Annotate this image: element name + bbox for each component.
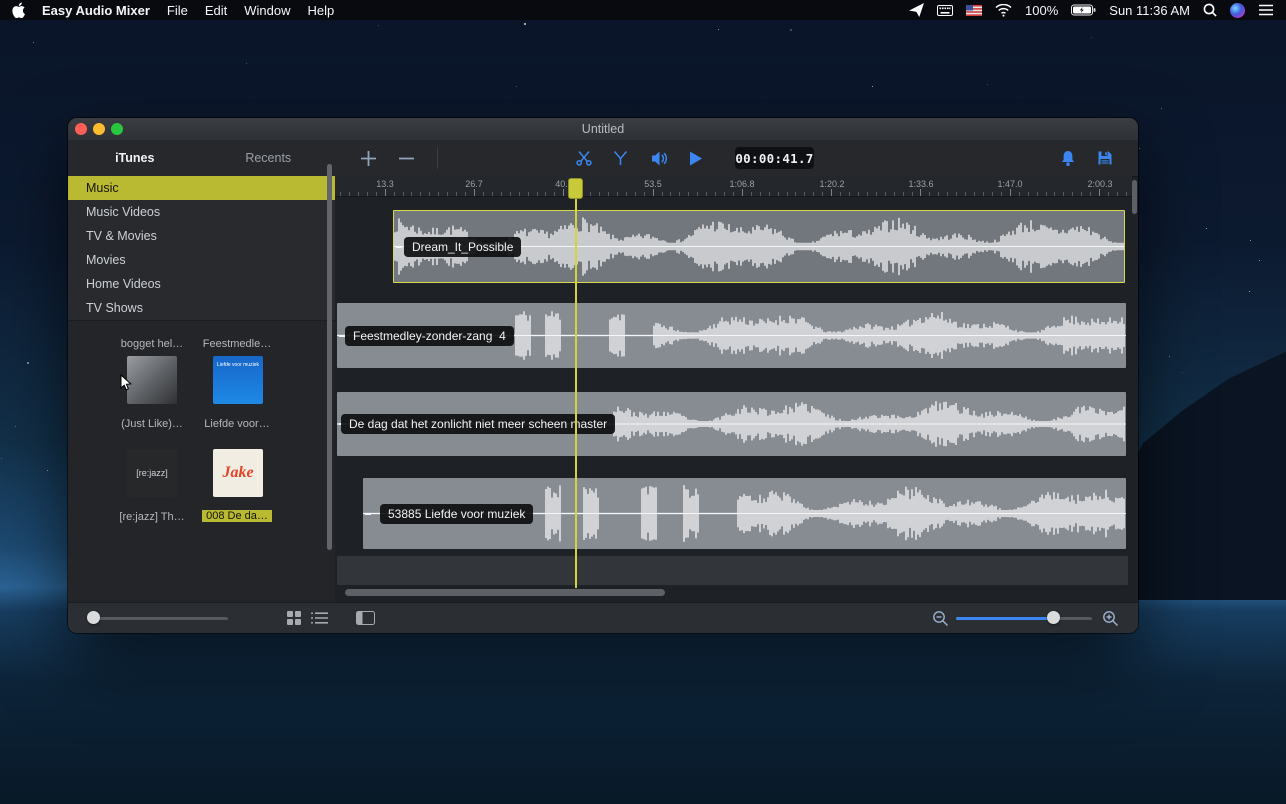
playhead-line	[575, 199, 577, 588]
input-source-flag-icon[interactable]	[966, 5, 982, 16]
timeline-ruler[interactable]: 13.3 26.7 40.0 53.5 1:06.8 1:20.2 1:33.6…	[335, 176, 1132, 197]
sidebar-toggle-icon[interactable]	[356, 611, 375, 625]
ruler-label: 2:00.3	[1087, 179, 1112, 189]
app-window: Untitled iTunes Recents Music Music Vide…	[68, 118, 1138, 633]
bell-button[interactable]	[1053, 140, 1083, 176]
album-caption[interactable]: (Just Like)…	[107, 418, 197, 430]
tab-recents[interactable]: Recents	[202, 151, 336, 165]
vertical-scrollbar[interactable]	[1132, 180, 1137, 214]
sidebar-item-tv-shows[interactable]: TV Shows	[68, 296, 335, 320]
region-label: Dream_It_Possible	[404, 237, 521, 257]
album-art-text: Liefde voor muziek	[217, 362, 259, 368]
toolbar-divider	[437, 147, 438, 169]
keyboard-icon[interactable]	[937, 5, 953, 16]
sidebar-scrollbar[interactable]	[327, 164, 332, 550]
wifi-icon[interactable]	[995, 4, 1012, 17]
empty-track-lane	[337, 556, 1128, 585]
add-track-button[interactable]	[353, 140, 383, 176]
menu-clock[interactable]: Sun 11:36 AM	[1109, 3, 1190, 18]
window-titlebar[interactable]: Untitled	[68, 118, 1138, 141]
playhead-flag[interactable]	[568, 178, 583, 199]
album-art[interactable]: [re:jazz]	[127, 449, 177, 497]
spotlight-icon[interactable]	[1203, 3, 1217, 17]
ruler-label: 1:06.8	[729, 179, 754, 189]
play-button[interactable]	[681, 140, 711, 176]
menu-item-window[interactable]: Window	[244, 3, 290, 18]
zoom-out-icon[interactable]	[932, 610, 949, 627]
album-caption[interactable]: Liefde voor…	[192, 418, 282, 430]
sidebar-item-home-videos[interactable]: Home Videos	[68, 272, 335, 296]
apple-menu-icon[interactable]	[12, 2, 25, 18]
menu-bar: Easy Audio Mixer File Edit Window Help 1…	[0, 0, 1286, 20]
save-button[interactable]	[1090, 140, 1120, 176]
sidebar-item-music-videos[interactable]: Music Videos	[68, 200, 335, 224]
tab-itunes[interactable]: iTunes	[68, 151, 202, 165]
album-art[interactable]: Liefde voor muziek	[213, 356, 263, 404]
audio-region-3[interactable]: De dag dat het zonlicht niet meer scheen…	[337, 392, 1126, 456]
album-caption[interactable]: Feestmedle…	[192, 338, 282, 350]
ruler-label: 53.5	[644, 179, 662, 189]
album-caption[interactable]: [re:jazz] Th…	[107, 511, 197, 523]
editor-area: 00:00:41.7 13.3 26.7 40.0 53.5 1:06.8 1:…	[335, 140, 1138, 603]
ruler-label: 1:33.6	[908, 179, 933, 189]
time-display: 00:00:41.7	[735, 147, 814, 169]
zoom-slider-fill	[956, 617, 1053, 620]
audio-region-4[interactable]: 53885 Liefde voor muziek	[363, 478, 1126, 549]
paperplane-icon[interactable]	[909, 3, 924, 17]
album-caption-label: 008 De da…	[202, 510, 272, 522]
window-title: Untitled	[68, 122, 1138, 136]
mouse-cursor	[120, 374, 132, 397]
zoom-in-icon[interactable]	[1102, 610, 1119, 627]
thumbnail-size-slider[interactable]	[88, 617, 228, 620]
desktop: Easy Audio Mixer File Edit Window Help 1…	[0, 0, 1286, 804]
grid-view-icon[interactable]	[287, 611, 301, 625]
sidebar-item-music[interactable]: Music	[68, 176, 335, 200]
menu-list-icon[interactable]	[1258, 4, 1274, 16]
menu-item-edit[interactable]: Edit	[205, 3, 227, 18]
region-label: Feestmedley-zonder-zang 4	[345, 326, 514, 346]
battery-icon[interactable]	[1071, 4, 1096, 16]
volume-speaker-button[interactable]	[644, 140, 674, 176]
region-label: 53885 Liefde voor muziek	[380, 504, 533, 524]
ruler-label: 1:20.2	[819, 179, 844, 189]
album-art-text: Jake	[222, 464, 253, 482]
region-handle	[365, 513, 371, 515]
media-browser: bogget hel… Feestmedle… Liefde voor muzi…	[68, 320, 335, 603]
sidebar-item-movies[interactable]: Movies	[68, 248, 335, 272]
join-tool-button[interactable]	[605, 140, 635, 176]
album-caption-selected[interactable]: 008 De da…	[192, 510, 282, 522]
horizontal-scrollbar[interactable]	[345, 589, 665, 596]
zoom-slider-knob[interactable]	[1047, 611, 1060, 624]
menu-item-file[interactable]: File	[167, 3, 188, 18]
cut-scissors-button[interactable]	[569, 140, 599, 176]
battery-percent: 100%	[1025, 3, 1058, 18]
window-bottom-bar	[68, 602, 1138, 633]
sidebar-tabs: iTunes Recents	[68, 140, 335, 177]
list-view-icon[interactable]	[311, 612, 328, 624]
media-sidebar: iTunes Recents Music Music Videos TV & M…	[68, 140, 336, 603]
album-art[interactable]	[127, 356, 177, 404]
siri-icon[interactable]	[1230, 3, 1245, 18]
editor-toolbar: 00:00:41.7	[335, 140, 1138, 177]
ruler-label: 13.3	[376, 179, 394, 189]
album-art[interactable]: Jake	[213, 449, 263, 497]
region-handle	[396, 246, 402, 248]
album-caption[interactable]: bogget hel…	[107, 338, 197, 350]
remove-track-button[interactable]	[391, 140, 421, 176]
ruler-label: 26.7	[465, 179, 483, 189]
audio-region-2[interactable]: Feestmedley-zonder-zang 4	[337, 303, 1126, 368]
album-art-text: [re:jazz]	[136, 468, 168, 478]
sidebar-list: Music Music Videos TV & Movies Movies Ho…	[68, 176, 335, 320]
menu-app-name[interactable]: Easy Audio Mixer	[42, 3, 150, 18]
sidebar-item-tv-movies[interactable]: TV & Movies	[68, 224, 335, 248]
audio-region-1[interactable]: Dream_It_Possible	[393, 210, 1125, 283]
menu-bar-status: 100% Sun 11:36 AM	[909, 3, 1274, 18]
thumbnail-size-knob[interactable]	[87, 611, 100, 624]
menu-item-help[interactable]: Help	[308, 3, 335, 18]
ruler-label: 1:47.0	[997, 179, 1022, 189]
